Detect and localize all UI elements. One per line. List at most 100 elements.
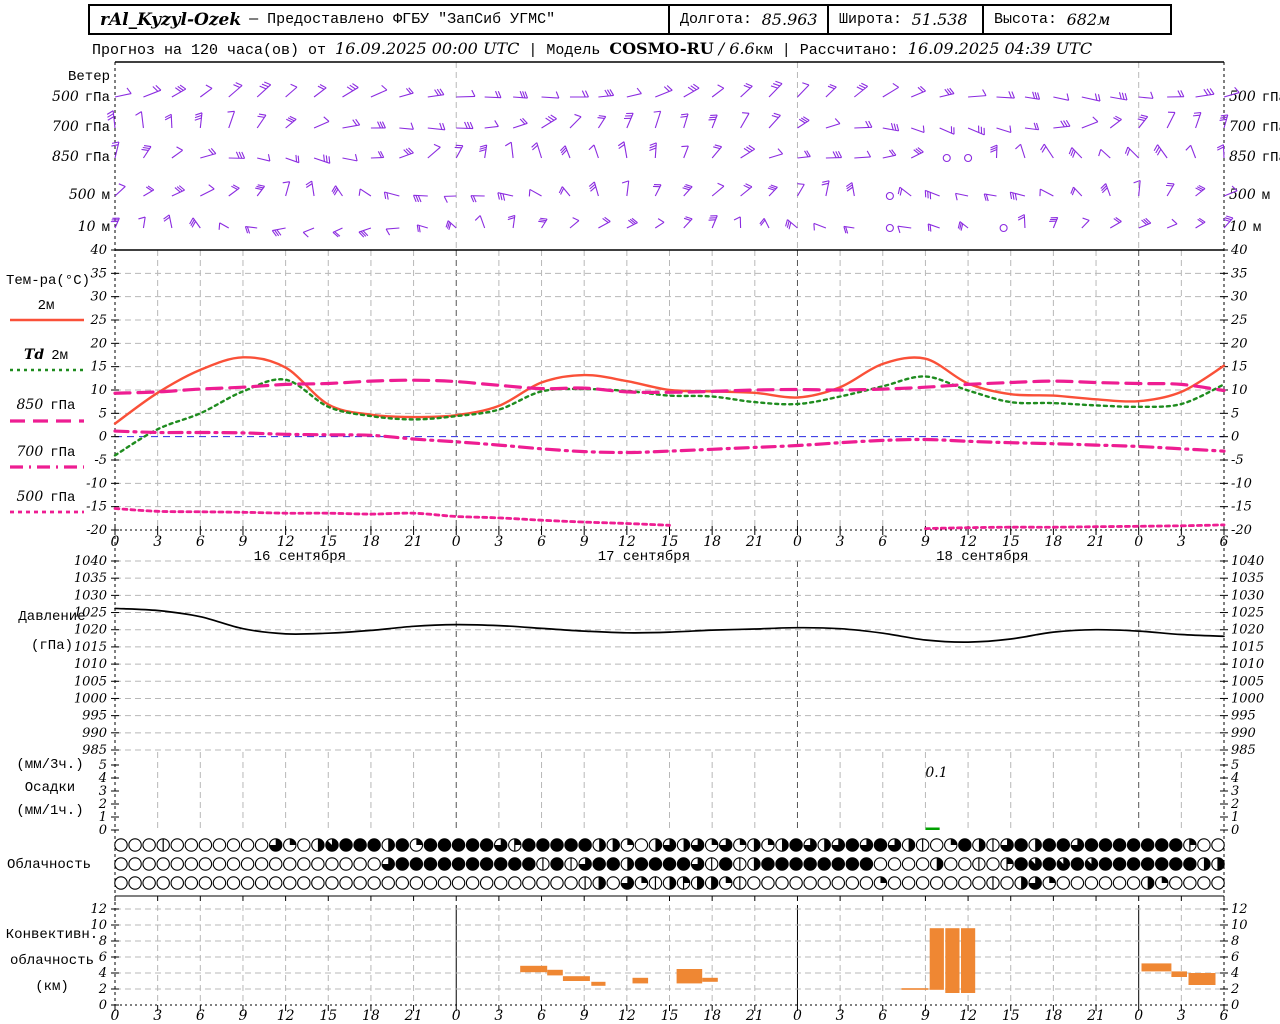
svg-text:Осадки: Осадки: [25, 780, 75, 796]
svg-text:0: 0: [1134, 534, 1143, 550]
svg-text:15: 15: [319, 1008, 337, 1024]
svg-text:995: 995: [1231, 709, 1256, 724]
svg-text:6: 6: [1220, 534, 1229, 550]
svg-text:25: 25: [89, 313, 107, 328]
svg-text:985: 985: [82, 743, 107, 758]
longitude-label: Долгота:: [680, 11, 753, 28]
station-cell: rAl_Kyzyl-Ozek — Предоставлено ФГБУ "Зап…: [90, 6, 668, 33]
svg-text:15: 15: [1002, 534, 1020, 550]
svg-text:3: 3: [99, 784, 107, 799]
svg-text:21: 21: [1086, 534, 1105, 550]
svg-text:500гПа: 500гПа: [52, 89, 110, 106]
svg-text:1030: 1030: [74, 588, 107, 603]
svg-text:1025: 1025: [1231, 606, 1264, 621]
svg-text:18: 18: [1044, 534, 1062, 550]
svg-text:20: 20: [89, 336, 107, 351]
svg-text:40: 40: [1230, 243, 1248, 258]
longitude-field: Долгота: 85.963: [668, 6, 827, 33]
model-resolution-unit: км: [754, 42, 773, 59]
svg-text:850гПа: 850гПа: [52, 149, 110, 166]
svg-text:1035: 1035: [74, 571, 107, 586]
svg-text:3: 3: [153, 534, 162, 550]
svg-text:0: 0: [99, 823, 107, 838]
svg-text:500гПа: 500гПа: [17, 489, 76, 506]
svg-text:12: 12: [618, 534, 636, 550]
svg-text:1040: 1040: [74, 554, 107, 569]
svg-text:4: 4: [98, 771, 107, 786]
svg-text:6: 6: [196, 534, 205, 550]
svg-text:0: 0: [452, 534, 461, 550]
svg-text:-15: -15: [1231, 500, 1252, 515]
meteogram-page: -20 -20 -15 -15 -10 -10 -5 -5 0 0 5 5 10 10 15 15 20 20 25…: [0, 0, 1280, 1024]
svg-text:Ветер: Ветер: [68, 69, 110, 85]
svg-text:5: 5: [1231, 758, 1239, 773]
svg-text:9: 9: [580, 534, 589, 550]
svg-text:500м: 500 м: [69, 187, 110, 204]
svg-text:2: 2: [1230, 797, 1239, 812]
svg-text:10: 10: [1231, 918, 1248, 933]
svg-text:4: 4: [1230, 771, 1239, 786]
svg-text:0: 0: [793, 1008, 802, 1024]
svg-text:0: 0: [1231, 998, 1239, 1013]
svg-text:30: 30: [90, 290, 107, 305]
svg-text:990: 990: [82, 726, 107, 741]
model-resolution: / 6.6: [713, 39, 755, 58]
svg-text:12: 12: [277, 534, 295, 550]
svg-text:1005: 1005: [1231, 674, 1264, 689]
svg-text:1: 1: [1231, 810, 1239, 825]
svg-text:9: 9: [239, 1008, 248, 1024]
svg-text:Тем-ра(°C): Тем-ра(°C): [6, 273, 90, 289]
svg-text:17 сентября: 17 сентября: [598, 548, 690, 565]
svg-text:0: 0: [793, 534, 802, 550]
svg-text:18: 18: [703, 1008, 721, 1024]
svg-text:1000: 1000: [74, 691, 107, 706]
meteogram-chart: -20 -20-15 -15-10 -10-5 -50 05 510 1015 1520 2025…: [6, 61, 1280, 1024]
svg-text:20: 20: [1230, 336, 1248, 351]
svg-text:8: 8: [1231, 934, 1239, 949]
altitude-value: 682м: [1066, 10, 1111, 29]
svg-text:25: 25: [1230, 313, 1248, 328]
svg-text:15: 15: [1002, 1008, 1020, 1024]
svg-text:-15: -15: [86, 500, 107, 515]
svg-text:6: 6: [1231, 950, 1239, 965]
svg-text:995: 995: [82, 709, 107, 724]
model-label: | Модель: [519, 42, 610, 59]
svg-text:30: 30: [1231, 290, 1248, 305]
svg-text:3: 3: [153, 1008, 162, 1024]
svg-text:3: 3: [1177, 1008, 1186, 1024]
svg-text:18: 18: [362, 534, 380, 550]
svg-text:9: 9: [580, 1008, 589, 1024]
latitude-value: 51.538: [911, 10, 968, 29]
svg-text:700гПа: 700гПа: [17, 444, 76, 461]
svg-text:5: 5: [1231, 406, 1239, 421]
svg-text:1015: 1015: [1231, 640, 1264, 655]
svg-text:9: 9: [921, 534, 930, 550]
svg-text:850гПа: 850гПа: [17, 397, 76, 414]
svg-text:-5: -5: [1231, 453, 1244, 468]
altitude-label: Высота:: [994, 11, 1058, 28]
svg-text:6: 6: [1220, 1008, 1229, 1024]
svg-text:12: 12: [618, 1008, 636, 1024]
svg-text:15: 15: [661, 534, 679, 550]
model-name: COSMO-RU: [609, 39, 714, 58]
svg-text:Давление: Давление: [18, 609, 85, 625]
svg-text:1010: 1010: [74, 657, 107, 672]
svg-text:6: 6: [99, 950, 107, 965]
svg-text:1000: 1000: [1231, 691, 1264, 706]
svg-text:18: 18: [362, 1008, 380, 1024]
svg-text:6: 6: [878, 534, 887, 550]
svg-text:21: 21: [1086, 1008, 1105, 1024]
svg-text:16 сентября: 16 сентября: [254, 548, 346, 565]
svg-text:-10: -10: [1231, 476, 1252, 491]
svg-text:3: 3: [1177, 534, 1186, 550]
svg-text:(мм/3ч.): (мм/3ч.): [16, 757, 83, 773]
svg-text:0: 0: [452, 1008, 461, 1024]
svg-text:10: 10: [1231, 383, 1248, 398]
latitude-field: Широта: 51.538: [827, 6, 982, 33]
svg-text:0: 0: [111, 1008, 120, 1024]
svg-text:4: 4: [98, 966, 107, 981]
provider-label: — Предоставлено ФГБУ "ЗапСиб УГМС": [249, 11, 556, 28]
svg-text:5: 5: [99, 758, 107, 773]
svg-text:Конвективн.: Конвективн.: [6, 927, 98, 943]
svg-text:4: 4: [1230, 966, 1239, 981]
